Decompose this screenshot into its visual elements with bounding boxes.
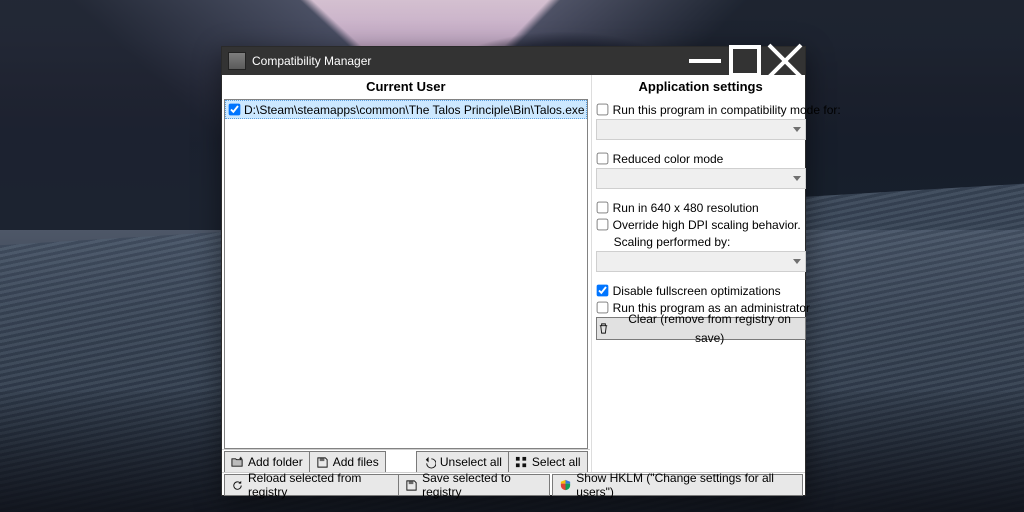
compat-mode-checkbox[interactable] bbox=[596, 104, 608, 116]
disable-fullscreen-option[interactable]: Disable fullscreen optimizations bbox=[596, 282, 806, 299]
minimize-button[interactable] bbox=[685, 47, 725, 75]
compat-mode-label: Run this program in compatibility mode f… bbox=[613, 103, 841, 117]
list-toolbar: Add folder Add files bbox=[222, 449, 590, 472]
save-registry-label: Save selected to registry bbox=[422, 471, 543, 499]
reduced-color-dropdown[interactable] bbox=[596, 168, 806, 189]
reload-registry-button[interactable]: Reload selected from registry bbox=[224, 474, 399, 496]
scaling-by-dropdown[interactable] bbox=[596, 251, 806, 272]
app-icon bbox=[228, 52, 246, 70]
override-dpi-label: Override high DPI scaling behavior. bbox=[613, 218, 801, 232]
file-list[interactable]: D:\Steam\steamapps\common\The Talos Prin… bbox=[224, 99, 588, 449]
select-all-label: Select all bbox=[532, 455, 581, 469]
reduced-color-option[interactable]: Reduced color mode bbox=[596, 150, 806, 167]
reload-icon bbox=[231, 479, 244, 492]
reduced-color-label: Reduced color mode bbox=[613, 152, 724, 166]
current-user-panel: Current User D:\Steam\steamapps\common\T… bbox=[222, 75, 591, 472]
unselect-all-button[interactable]: Unselect all bbox=[416, 451, 509, 473]
application-settings-heading: Application settings bbox=[592, 75, 810, 99]
reload-registry-label: Reload selected from registry bbox=[248, 471, 392, 499]
trash-icon bbox=[597, 322, 610, 335]
list-item[interactable]: D:\Steam\steamapps\common\The Talos Prin… bbox=[225, 100, 587, 119]
unselect-all-label: Unselect all bbox=[440, 455, 502, 469]
application-settings-panel: Application settings Run this program in… bbox=[591, 75, 810, 472]
clear-label: Clear (remove from registry on save) bbox=[615, 310, 805, 348]
list-item-path: D:\Steam\steamapps\common\The Talos Prin… bbox=[244, 103, 585, 117]
override-dpi-checkbox[interactable] bbox=[596, 219, 608, 231]
show-hklm-label: Show HKLM ("Change settings for all user… bbox=[576, 471, 796, 499]
add-folder-button[interactable]: Add folder bbox=[224, 451, 310, 473]
registry-toolbar: Reload selected from registry Save selec… bbox=[222, 472, 805, 495]
run-admin-checkbox[interactable] bbox=[596, 302, 608, 314]
window-title: Compatibility Manager bbox=[252, 54, 371, 68]
select-all-button[interactable]: Select all bbox=[508, 451, 588, 473]
save-icon bbox=[405, 479, 418, 492]
compat-mode-option[interactable]: Run this program in compatibility mode f… bbox=[596, 101, 806, 118]
run-640-label: Run in 640 x 480 resolution bbox=[613, 201, 759, 215]
override-dpi-option[interactable]: Override high DPI scaling behavior. bbox=[596, 216, 806, 233]
reduced-color-checkbox[interactable] bbox=[596, 153, 608, 165]
add-folder-label: Add folder bbox=[248, 455, 303, 469]
run-640-checkbox[interactable] bbox=[596, 202, 608, 214]
run-640-option[interactable]: Run in 640 x 480 resolution bbox=[596, 199, 806, 216]
clear-button[interactable]: Clear (remove from registry on save) bbox=[596, 317, 806, 340]
save-registry-button[interactable]: Save selected to registry bbox=[398, 474, 550, 496]
titlebar[interactable]: Compatibility Manager bbox=[222, 47, 805, 75]
compat-mode-dropdown[interactable] bbox=[596, 119, 806, 140]
close-button[interactable] bbox=[765, 47, 805, 75]
folder-plus-icon bbox=[231, 456, 244, 469]
show-hklm-button[interactable]: Show HKLM ("Change settings for all user… bbox=[552, 474, 803, 496]
select-all-icon bbox=[515, 456, 528, 469]
undo-icon bbox=[423, 456, 436, 469]
scaling-by-label: Scaling performed by: bbox=[614, 235, 731, 249]
shield-icon bbox=[559, 479, 572, 492]
save-icon bbox=[316, 456, 329, 469]
disable-fullscreen-label: Disable fullscreen optimizations bbox=[613, 284, 781, 298]
current-user-heading: Current User bbox=[222, 75, 590, 99]
disable-fullscreen-checkbox[interactable] bbox=[596, 285, 608, 297]
maximize-button[interactable] bbox=[725, 47, 765, 75]
app-window: Compatibility Manager Current User D:\St… bbox=[221, 46, 806, 496]
add-files-button[interactable]: Add files bbox=[309, 451, 386, 473]
add-files-label: Add files bbox=[333, 455, 379, 469]
scaling-by-label-row: Scaling performed by: bbox=[596, 233, 806, 250]
list-item-checkbox[interactable] bbox=[229, 104, 241, 116]
